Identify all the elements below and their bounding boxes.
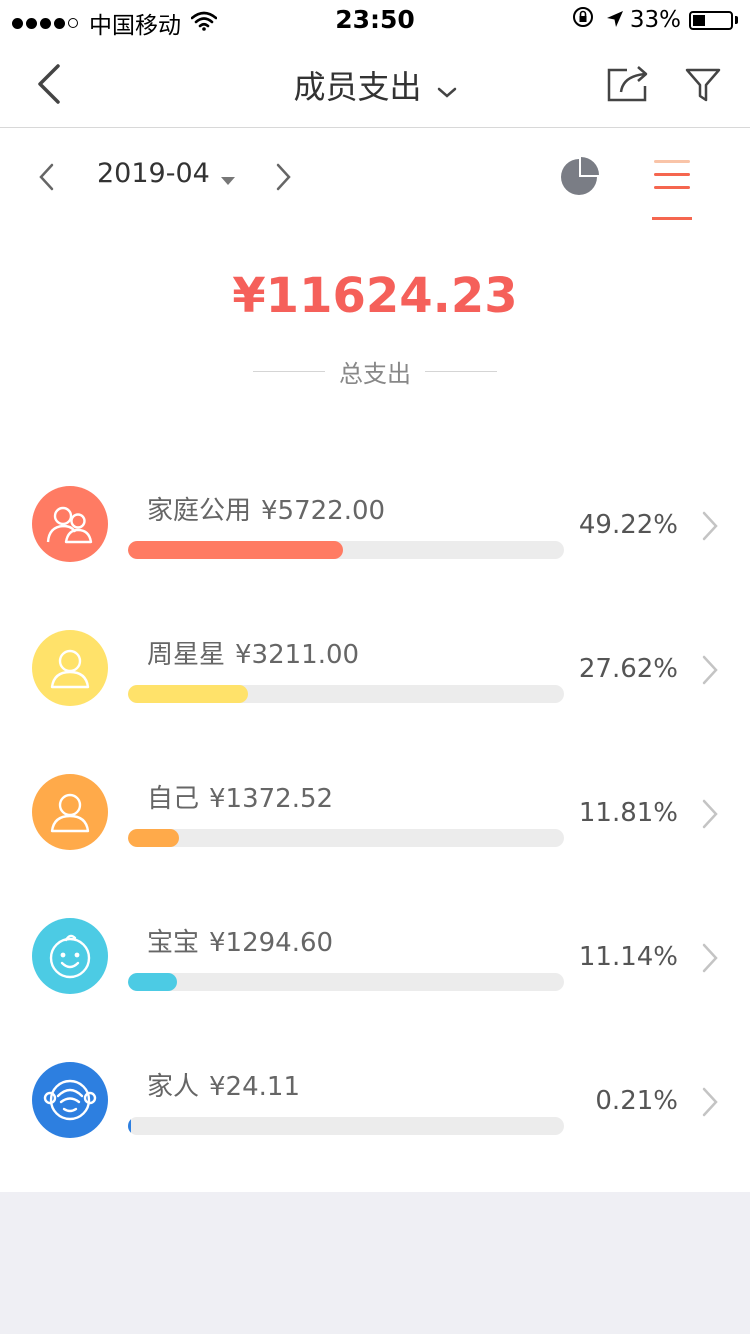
previous-month-button[interactable] xyxy=(36,162,58,196)
divider xyxy=(253,371,325,372)
member-amount: ¥24.11 xyxy=(209,1072,300,1102)
progress-fill xyxy=(128,1117,132,1135)
chevron-right-icon xyxy=(702,655,718,685)
chevron-right-icon xyxy=(702,943,718,973)
chevron-left-icon xyxy=(39,163,54,191)
member-percent: 11.81% xyxy=(578,798,678,828)
chevron-right-icon xyxy=(702,511,718,541)
battery-percent: 33% xyxy=(629,7,681,33)
member-amount: ¥5722.00 xyxy=(261,496,386,526)
progress-fill xyxy=(128,685,249,703)
member-name: 自己 xyxy=(147,784,200,814)
chevron-right-icon xyxy=(702,1087,718,1117)
location-arrow-icon xyxy=(606,6,624,34)
member-name: 家人 xyxy=(147,1072,200,1102)
baby-icon xyxy=(32,918,108,994)
member-amount: ¥1294.60 xyxy=(209,928,334,958)
member-percent: 11.14% xyxy=(578,942,678,972)
progress-fill xyxy=(128,829,180,847)
navigation-bar: 成员支出 xyxy=(0,40,750,128)
share-icon xyxy=(607,66,648,102)
monkey-face-icon xyxy=(32,1062,108,1138)
rotation-lock-icon xyxy=(572,6,594,34)
member-label: 家庭公用 ¥5722.00 xyxy=(147,490,385,527)
family-icon xyxy=(32,486,108,562)
total-expense-label: 总支出 xyxy=(339,360,411,388)
progress-bar xyxy=(128,829,564,847)
progress-fill xyxy=(128,973,177,991)
caret-down-icon[interactable] xyxy=(220,171,236,190)
pie-chart-view-button[interactable] xyxy=(558,156,600,202)
filter-icon xyxy=(685,68,721,102)
member-percent: 49.22% xyxy=(578,510,678,540)
total-expense-amount: ¥11624.23 xyxy=(232,268,518,324)
active-tab-indicator xyxy=(652,217,692,220)
member-expense-page: 中国移动 23:50 33% 成员支出 2019-04 ¥11624.23 总支… xyxy=(0,0,750,1334)
list-icon xyxy=(654,160,690,163)
member-row-zhouxingxing[interactable]: 周星星 ¥3211.00 27.62% xyxy=(0,596,750,740)
progress-fill xyxy=(128,541,343,559)
battery-icon xyxy=(689,10,733,30)
progress-bar xyxy=(128,1117,564,1135)
member-amount: ¥3211.00 xyxy=(235,640,360,670)
chevron-right-icon xyxy=(702,799,718,829)
member-label: 家人 ¥24.11 xyxy=(147,1066,300,1103)
chevron-right-icon xyxy=(276,163,291,191)
share-button[interactable] xyxy=(605,64,651,108)
member-row-family-shared[interactable]: 家庭公用 ¥5722.00 49.22% xyxy=(0,452,750,596)
person-icon xyxy=(32,774,108,850)
progress-bar xyxy=(128,685,564,703)
date-selector-row: 2019-04 xyxy=(0,128,750,228)
bottom-background xyxy=(0,1192,750,1334)
member-amount: ¥1372.52 xyxy=(209,784,334,814)
next-month-button[interactable] xyxy=(272,162,294,196)
member-percent: 27.62% xyxy=(578,654,678,684)
member-name: 家庭公用 xyxy=(147,496,252,526)
page-title: 成员支出 xyxy=(293,68,422,106)
member-name: 周星星 xyxy=(147,640,226,670)
member-name: 宝宝 xyxy=(147,928,200,958)
person-icon xyxy=(32,630,108,706)
chevron-down-icon xyxy=(437,84,457,103)
pie-chart-icon xyxy=(561,157,599,195)
member-row-family-member[interactable]: 家人 ¥24.11 0.21% xyxy=(0,1028,750,1172)
progress-bar xyxy=(128,973,564,991)
member-row-baby[interactable]: 宝宝 ¥1294.60 11.14% xyxy=(0,884,750,1028)
member-label: 宝宝 ¥1294.60 xyxy=(147,922,333,959)
member-label: 周星星 ¥3211.00 xyxy=(147,634,359,671)
list-view-tab[interactable] xyxy=(652,158,692,220)
filter-button[interactable] xyxy=(684,66,722,108)
total-expense-caption: 总支出 xyxy=(0,354,750,389)
member-percent: 0.21% xyxy=(595,1086,678,1116)
status-bar: 中国移动 23:50 33% xyxy=(0,0,750,40)
progress-bar xyxy=(128,541,564,559)
month-value[interactable]: 2019-04 xyxy=(97,158,210,189)
member-row-self[interactable]: 自己 ¥1372.52 11.81% xyxy=(0,740,750,884)
member-label: 自己 ¥1372.52 xyxy=(147,778,333,815)
divider xyxy=(425,371,497,372)
